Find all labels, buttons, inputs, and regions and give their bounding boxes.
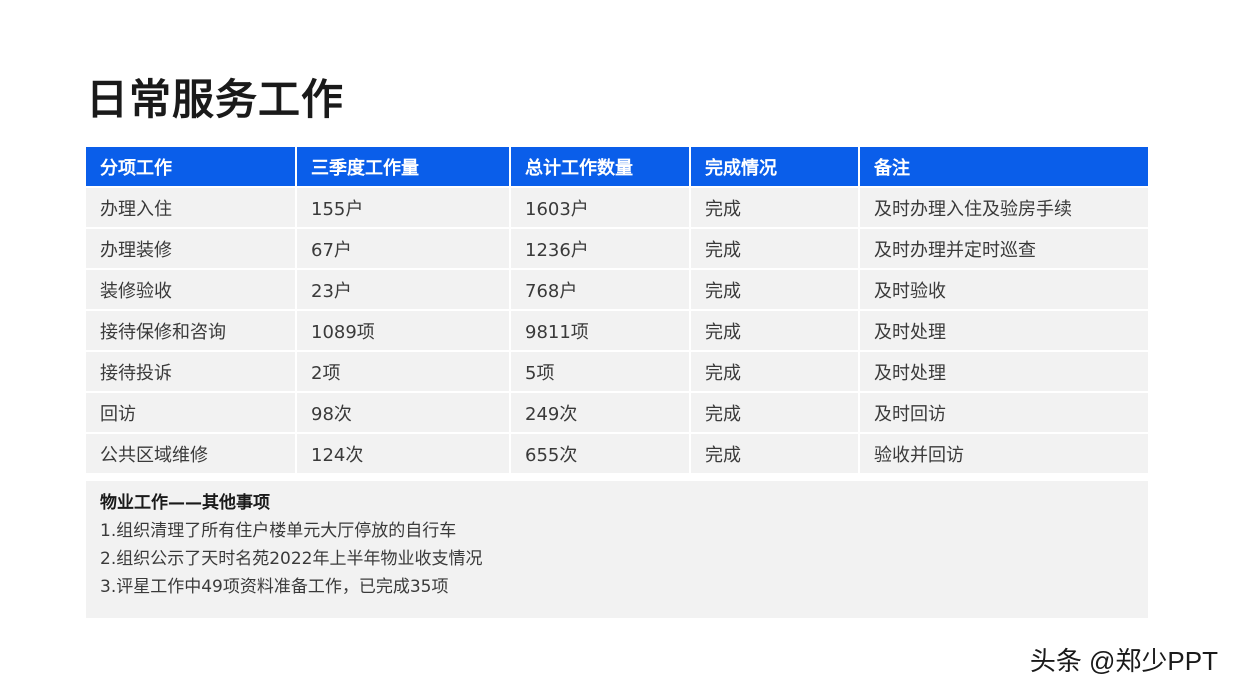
table-cell: 1236户 [511, 229, 689, 268]
table-row: 装修验收 23户 768户 完成 及时验收 [86, 270, 1148, 309]
page-title: 日常服务工作 [86, 75, 345, 124]
table-row: 接待投诉 2项 5项 完成 及时处理 [86, 352, 1148, 391]
table-cell: 124次 [297, 434, 509, 473]
table-cell: 及时回访 [860, 393, 1148, 432]
table-cell: 1089项 [297, 311, 509, 350]
list-item: 2.组织公示了天时名苑2022年上半年物业收支情况 [100, 549, 483, 569]
table-cell: 655次 [511, 434, 689, 473]
table-row: 公共区域维修 124次 655次 完成 验收并回访 [86, 434, 1148, 473]
slide: 日常服务工作 分项工作 三季度工作量 总计工作数量 完成情况 备注 办理入住 1… [0, 0, 1240, 699]
column-header: 备注 [860, 147, 1148, 186]
table-cell: 1603户 [511, 188, 689, 227]
table-cell: 完成 [691, 393, 858, 432]
table-row: 办理入住 155户 1603户 完成 及时办理入住及验房手续 [86, 188, 1148, 227]
table-cell: 9811项 [511, 311, 689, 350]
table-cell: 完成 [691, 270, 858, 309]
table-cell: 完成 [691, 229, 858, 268]
table-cell: 及时处理 [860, 352, 1148, 391]
table-cell: 2项 [297, 352, 509, 391]
list-item: 1.组织清理了所有住户楼单元大厅停放的自行车 [100, 521, 457, 541]
table-cell: 完成 [691, 434, 858, 473]
table-row: 回访 98次 249次 完成 及时回访 [86, 393, 1148, 432]
table-cell: 67户 [297, 229, 509, 268]
table-cell: 回访 [86, 393, 295, 432]
column-header: 总计工作数量 [511, 147, 689, 186]
table-cell: 接待保修和咨询 [86, 311, 295, 350]
watermark: 头条 @郑少PPT [1029, 646, 1218, 676]
table-cell: 及时办理并定时巡查 [860, 229, 1148, 268]
other-matters-title: 物业工作——其他事项 [100, 493, 270, 513]
table-cell: 验收并回访 [860, 434, 1148, 473]
table-cell: 装修验收 [86, 270, 295, 309]
table-cell: 办理入住 [86, 188, 295, 227]
table-header-row: 分项工作 三季度工作量 总计工作数量 完成情况 备注 [86, 147, 1148, 186]
table-cell: 23户 [297, 270, 509, 309]
table-row: 办理装修 67户 1236户 完成 及时办理并定时巡查 [86, 229, 1148, 268]
other-matters-list: 1.组织清理了所有住户楼单元大厅停放的自行车 2.组织公示了天时名苑2022年上… [100, 517, 1148, 601]
table-cell: 及时办理入住及验房手续 [860, 188, 1148, 227]
table-cell: 155户 [297, 188, 509, 227]
column-header: 完成情况 [691, 147, 858, 186]
table-cell: 完成 [691, 352, 858, 391]
table-cell: 及时处理 [860, 311, 1148, 350]
table-cell: 完成 [691, 311, 858, 350]
table-cell: 公共区域维修 [86, 434, 295, 473]
table-cell: 及时验收 [860, 270, 1148, 309]
table-cell: 办理装修 [86, 229, 295, 268]
table-cell: 98次 [297, 393, 509, 432]
column-header: 三季度工作量 [297, 147, 509, 186]
table-cell: 768户 [511, 270, 689, 309]
table-cell: 接待投诉 [86, 352, 295, 391]
list-item: 3.评星工作中49项资料准备工作，已完成35项 [100, 577, 449, 597]
table-cell: 完成 [691, 188, 858, 227]
table-row: 接待保修和咨询 1089项 9811项 完成 及时处理 [86, 311, 1148, 350]
service-table: 分项工作 三季度工作量 总计工作数量 完成情况 备注 办理入住 155户 160… [84, 145, 1150, 475]
table-cell: 5项 [511, 352, 689, 391]
table-cell: 249次 [511, 393, 689, 432]
other-matters-panel: 物业工作——其他事项 1.组织清理了所有住户楼单元大厅停放的自行车 2.组织公示… [86, 481, 1148, 618]
column-header: 分项工作 [86, 147, 295, 186]
